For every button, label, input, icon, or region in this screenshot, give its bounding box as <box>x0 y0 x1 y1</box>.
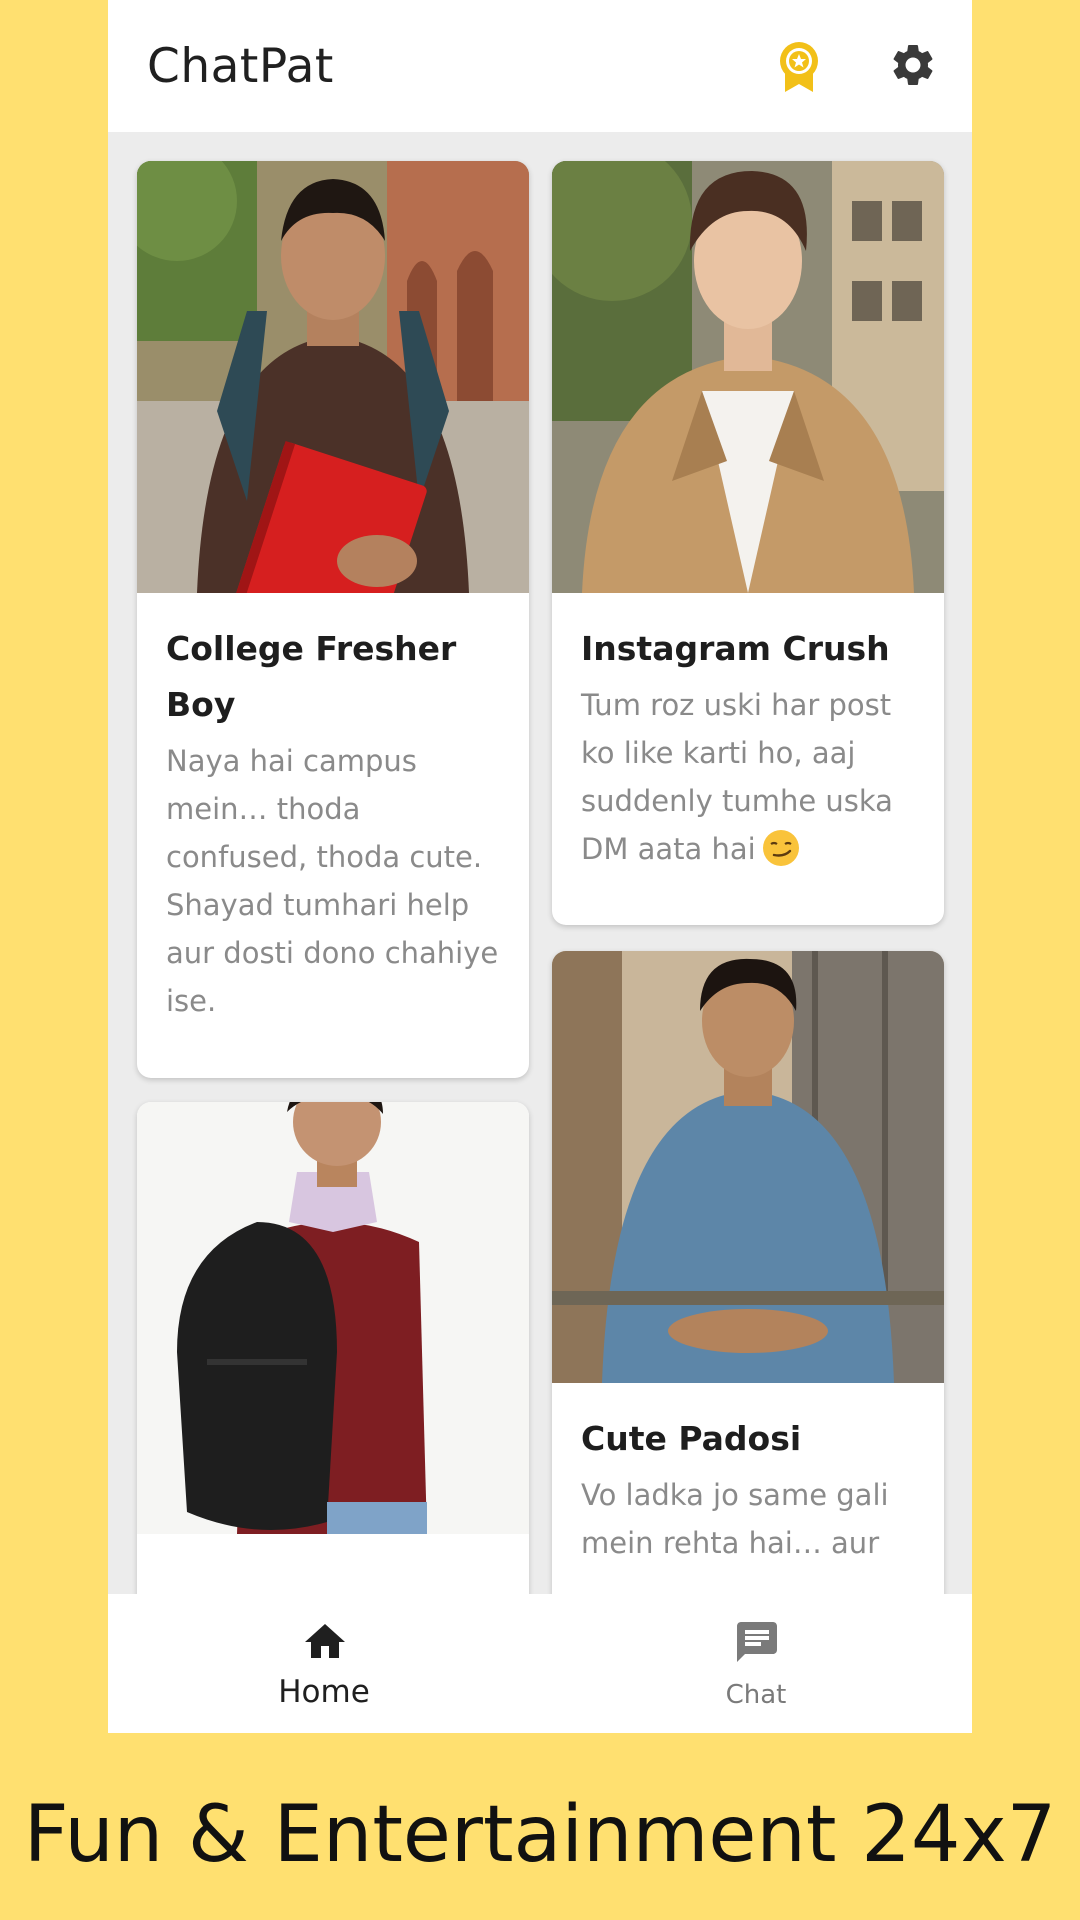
app-title: ChatPat <box>147 38 334 94</box>
card-body: Cute Padosi Vo ladka jo same gali mein r… <box>552 1383 944 1567</box>
card-body <box>137 1534 529 1566</box>
character-photo <box>552 951 944 1383</box>
character-photo <box>552 161 944 593</box>
card-body: College Fresher Boy Naya hai campus mein… <box>137 593 529 1025</box>
card-description-text: Tum roz uski har post ko like karti ho, … <box>581 688 893 866</box>
card-description: Vo ladka jo same gali mein rehta hai… au… <box>581 1478 889 1560</box>
smirk-emoji-icon <box>762 830 799 866</box>
character-card-backpack-boy[interactable] <box>137 1102 529 1594</box>
award-icon[interactable] <box>776 40 822 94</box>
promo-tagline: Fun & Entertainment 24x7 <box>23 1790 1057 1880</box>
character-card-college-fresher[interactable]: College Fresher Boy Naya hai campus mein… <box>137 161 529 1078</box>
chat-icon <box>737 1622 777 1662</box>
character-photo <box>137 1102 529 1534</box>
card-description: Tum roz uski har post ko like karti ho, … <box>581 681 915 873</box>
card-title: Cute Padosi <box>581 1419 802 1458</box>
phone-screen: ChatPat College Fresher Boy Naya hai cam… <box>108 0 972 1733</box>
card-body: Instagram Crush Tum roz uski har post ko… <box>552 593 944 873</box>
card-description: Naya hai campus mein… thoda confused, th… <box>166 744 499 1018</box>
app-bar: ChatPat <box>108 0 972 132</box>
nav-home[interactable]: Home <box>108 1594 540 1733</box>
nav-home-label: Home <box>278 1674 370 1710</box>
nav-chat-label: Chat <box>725 1680 787 1710</box>
bottom-navigation: Home Chat <box>108 1594 972 1733</box>
character-feed[interactable]: College Fresher Boy Naya hai campus mein… <box>108 132 972 1594</box>
card-title: College Fresher Boy <box>166 629 457 724</box>
gear-icon[interactable] <box>888 40 938 90</box>
nav-chat[interactable]: Chat <box>540 1594 972 1733</box>
card-title: Instagram Crush <box>581 629 890 668</box>
character-card-instagram-crush[interactable]: Instagram Crush Tum roz uski har post ko… <box>552 161 944 925</box>
character-photo <box>137 161 529 593</box>
home-icon <box>305 1624 345 1658</box>
character-card-cute-padosi[interactable]: Cute Padosi Vo ladka jo same gali mein r… <box>552 951 944 1594</box>
